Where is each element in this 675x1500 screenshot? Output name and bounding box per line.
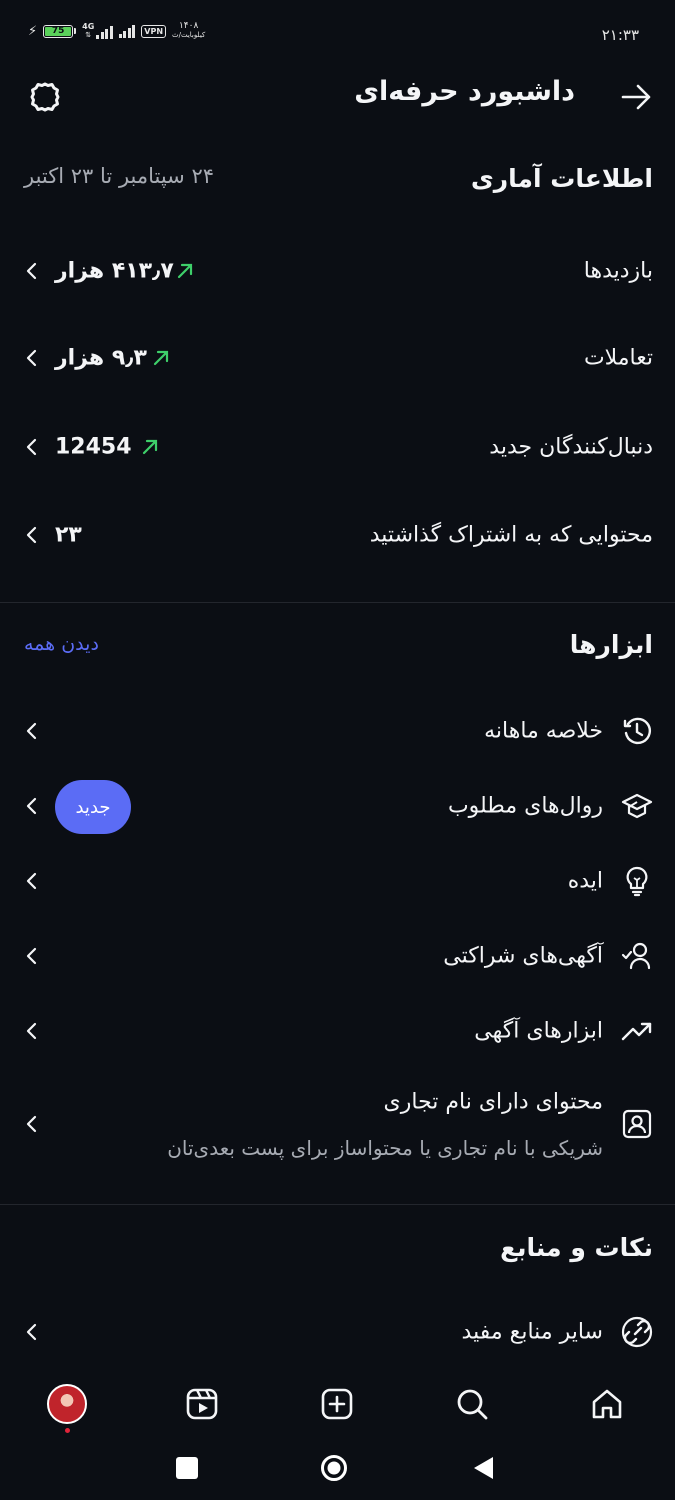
see-all-link[interactable]: دیدن همه xyxy=(24,633,99,655)
tool-label: روال‌های مطلوب xyxy=(447,793,603,819)
profile-tab[interactable] xyxy=(47,1384,87,1433)
stat-value: ۴۱۳٫۷ هزار xyxy=(55,258,174,284)
tool-inspiration[interactable]: ایده xyxy=(0,852,675,910)
tool-label: خلاصه ماهانه xyxy=(484,718,603,744)
stat-row-shared-content[interactable]: محتوایی که به اشتراک گذاشتید ۲۳ xyxy=(0,505,675,565)
chevron-left-icon xyxy=(26,1022,37,1040)
divider xyxy=(0,1204,675,1205)
tool-branded-content[interactable]: محتوای دارای نام تجاری شریکی با نام تجار… xyxy=(0,1078,675,1170)
clock: ۲۱:۳۳ xyxy=(601,26,639,44)
tool-ad-tools[interactable]: ابزارهای آگهی xyxy=(0,1002,675,1060)
home-icon xyxy=(592,1389,622,1419)
chevron-left-icon xyxy=(26,349,37,367)
date-range: ۲۴ سپتامبر تا ۲۳ اکتبر xyxy=(24,164,215,188)
network-type: 4G xyxy=(82,22,95,31)
search-icon xyxy=(457,1389,488,1420)
resource-other-links[interactable]: سایر منابع مفید xyxy=(0,1303,675,1361)
status-bar: ⚡ 75 4G ⇅ VPN ۱۴۰۸ کیلوبایت/ث ۲۱:۳۳ xyxy=(0,0,675,60)
create-tab[interactable] xyxy=(317,1384,357,1424)
stats-title: اطلاعات آماری xyxy=(470,164,653,193)
divider xyxy=(0,602,675,603)
history-clock-icon xyxy=(621,715,653,747)
signal-icon xyxy=(118,24,136,38)
trend-up-icon xyxy=(177,263,193,279)
settings-button[interactable] xyxy=(26,78,64,116)
battery-level: 75 xyxy=(45,26,72,36)
trending-up-icon xyxy=(621,1015,653,1047)
recents-button[interactable] xyxy=(176,1457,198,1479)
lightbulb-icon xyxy=(621,865,653,897)
user-badge-icon xyxy=(621,1108,653,1140)
battery-icon: 75 xyxy=(43,24,77,38)
back-nav-button[interactable] xyxy=(472,1455,496,1481)
status-icons: ⚡ 75 4G ⇅ VPN ۱۴۰۸ کیلوبایت/ث xyxy=(28,22,205,40)
stat-row-interactions[interactable]: تعاملات ۹٫۳ هزار xyxy=(0,328,675,388)
chevron-left-icon xyxy=(26,947,37,965)
chevron-left-icon xyxy=(26,1115,37,1133)
tool-label: آگهی‌های شراکتی xyxy=(443,943,603,969)
page-title: داشبورد حرفه‌ای xyxy=(354,76,575,107)
chevron-left-icon xyxy=(26,262,37,280)
tool-label: محتوای دارای نام تجاری xyxy=(383,1089,603,1115)
resources-title: نکات و منابع xyxy=(500,1233,653,1262)
stat-label: بازدیدها xyxy=(583,258,653,284)
stat-value: ۹٫۳ هزار xyxy=(55,345,147,371)
create-icon xyxy=(321,1388,353,1420)
tools-title: ابزارها xyxy=(569,630,653,659)
user-check-icon xyxy=(621,940,653,972)
tool-label: ابزارهای آگهی xyxy=(474,1018,603,1044)
tool-monthly-recap[interactable]: خلاصه ماهانه xyxy=(0,702,675,760)
home-button[interactable] xyxy=(320,1454,348,1482)
circle-icon xyxy=(321,1455,347,1481)
charging-icon: ⚡ xyxy=(28,23,38,39)
chevron-left-icon xyxy=(26,872,37,890)
notification-dot xyxy=(65,1428,70,1433)
chevron-left-icon xyxy=(26,722,37,740)
home-tab[interactable] xyxy=(587,1384,627,1424)
chevron-left-icon xyxy=(26,1323,37,1341)
stat-value: 12454 xyxy=(55,434,132,460)
trend-up-icon xyxy=(153,350,169,366)
arrow-right-icon xyxy=(621,84,651,110)
tool-partnership-ads[interactable]: آگهی‌های شراکتی xyxy=(0,927,675,985)
stat-label: دنبال‌کنندگان جدید xyxy=(489,434,653,460)
reels-icon xyxy=(186,1388,218,1420)
chevron-left-icon xyxy=(26,797,37,815)
stat-label: تعاملات xyxy=(583,345,653,371)
tool-label: ایده xyxy=(567,868,603,894)
chevron-left-icon xyxy=(26,526,37,544)
bottom-nav xyxy=(0,1370,675,1436)
gear-icon xyxy=(30,82,60,112)
signal-4g-icon: 4G ⇅ xyxy=(82,23,113,39)
search-tab[interactable] xyxy=(452,1384,492,1424)
new-badge: جدید xyxy=(55,780,131,834)
reels-tab[interactable] xyxy=(182,1384,222,1424)
stat-value: ۲۳ xyxy=(55,522,82,548)
trend-up-icon xyxy=(142,439,158,455)
graduation-cap-icon xyxy=(621,790,653,822)
stat-row-views[interactable]: بازدیدها ۴۱۳٫۷ هزار xyxy=(0,241,675,301)
stat-row-new-followers[interactable]: دنبال‌کنندگان جدید 12454 xyxy=(0,417,675,477)
tool-label: سایر منابع مفید xyxy=(461,1319,603,1345)
net-speed: ۱۴۰۸ کیلوبایت/ث xyxy=(172,21,206,40)
avatar xyxy=(47,1384,87,1424)
chevron-left-icon xyxy=(26,438,37,456)
vpn-icon: VPN xyxy=(141,24,167,38)
back-button[interactable] xyxy=(619,80,653,114)
system-nav xyxy=(0,1440,675,1500)
triangle-back-icon xyxy=(474,1457,493,1479)
stat-label: محتوایی که به اشتراک گذاشتید xyxy=(369,522,653,548)
link-icon xyxy=(621,1316,653,1348)
tool-sublabel: شریکی با نام تجاری یا محتواساز برای پست … xyxy=(167,1136,603,1160)
